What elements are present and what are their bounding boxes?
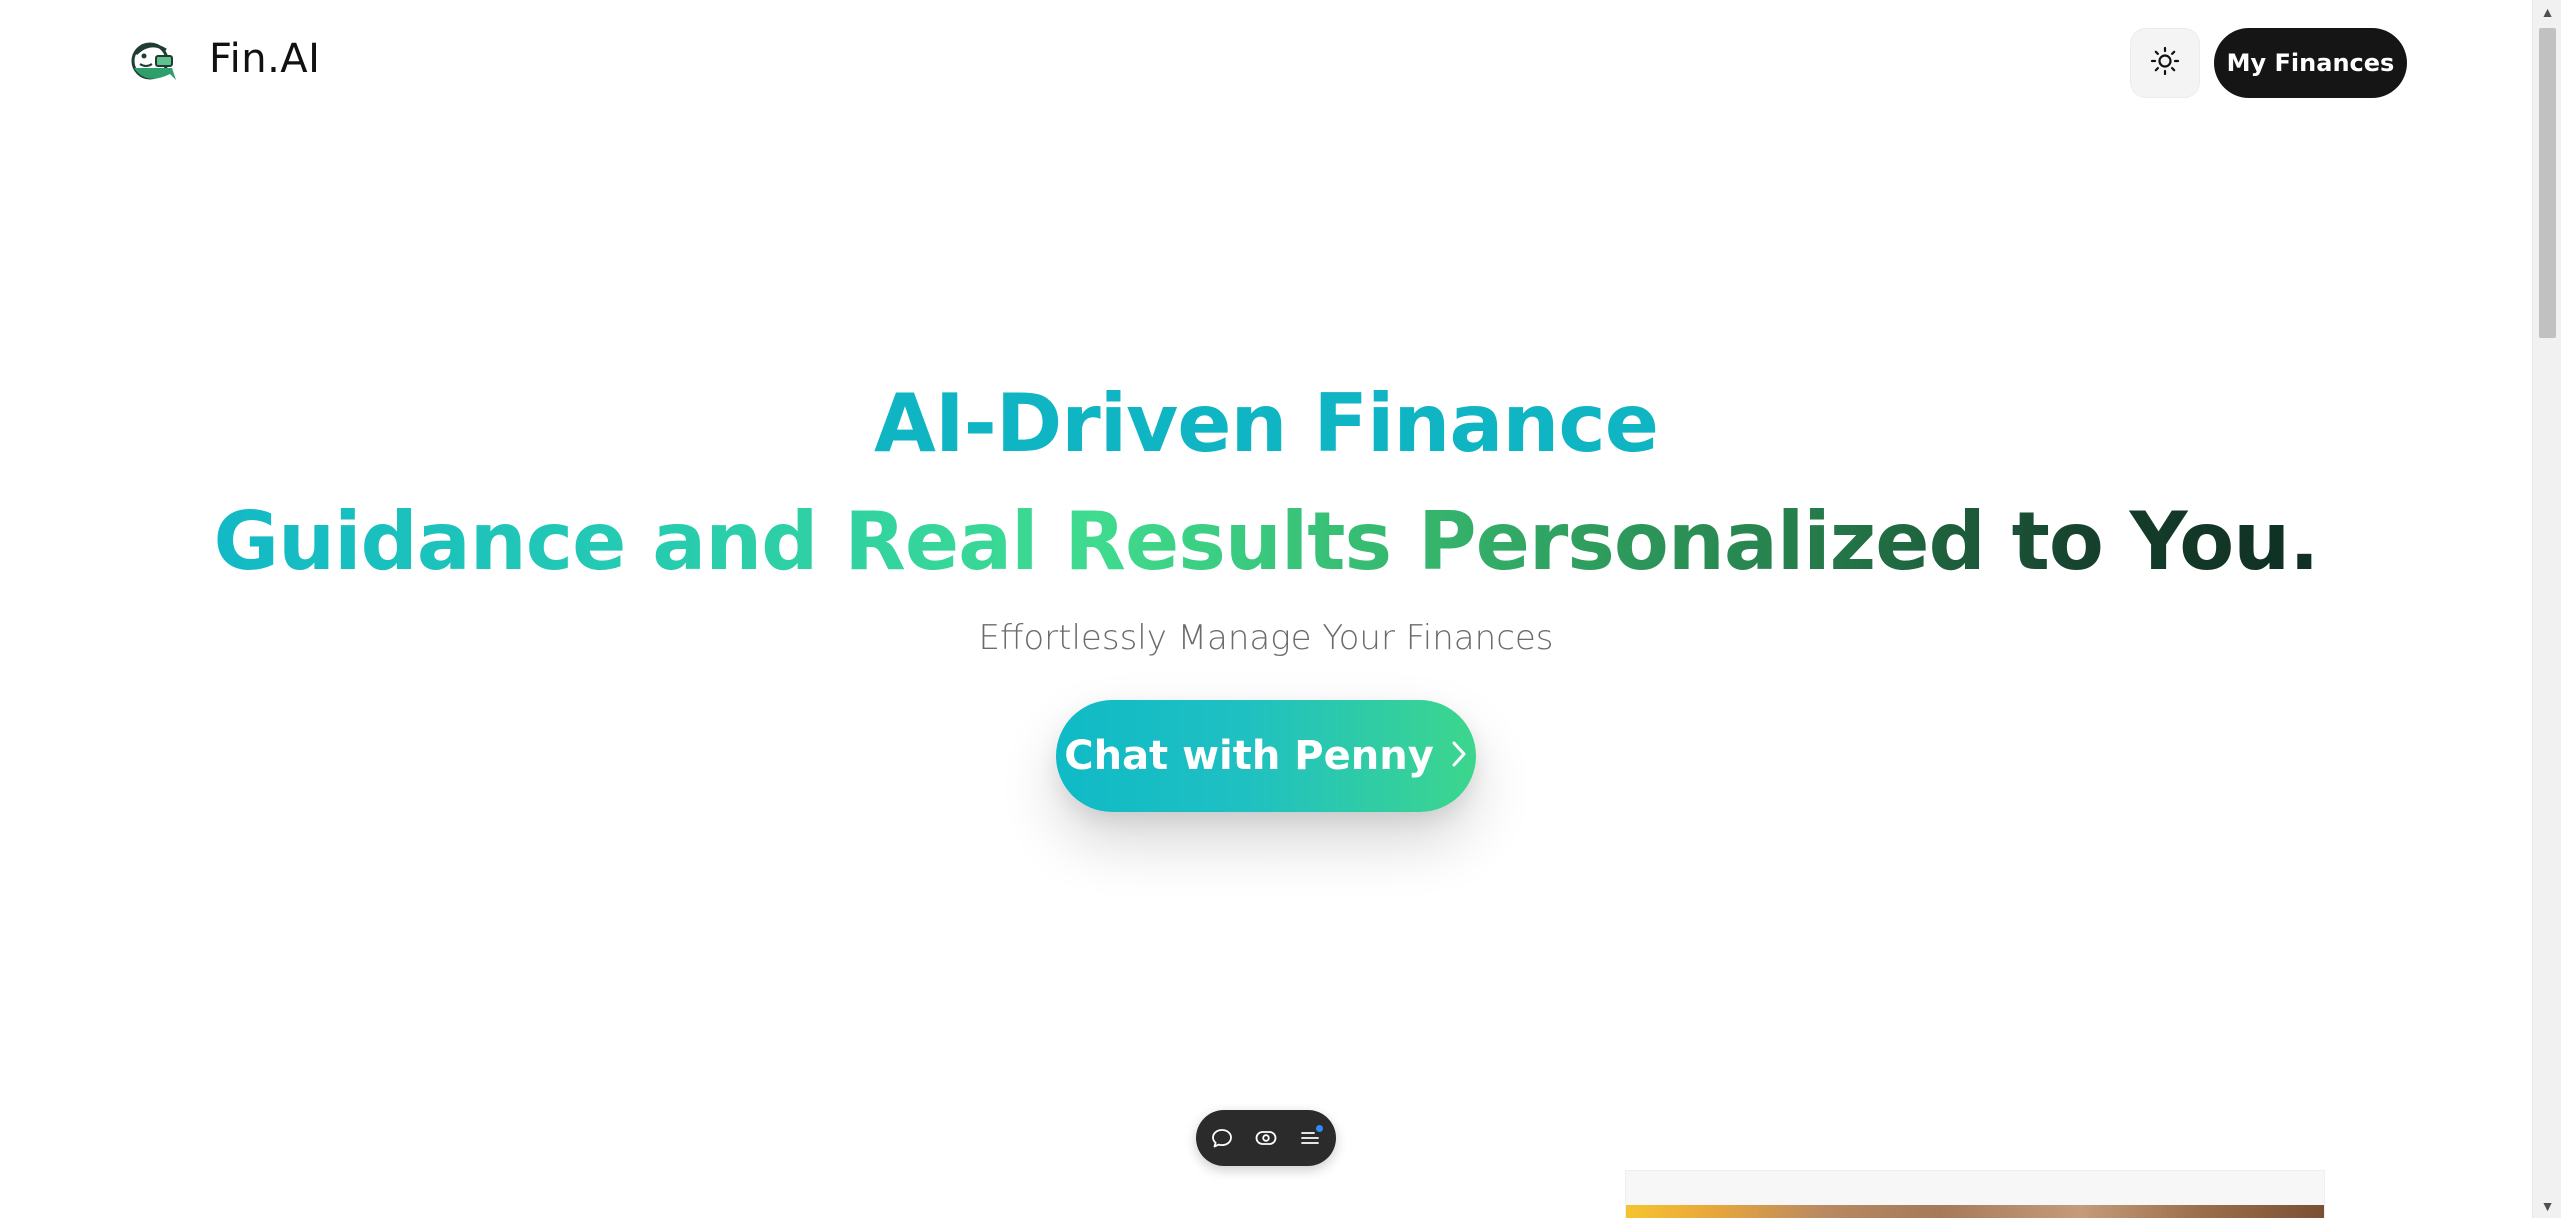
hero-title-line2: Guidance and Real Results Personalized t… xyxy=(0,490,2532,594)
sun-icon xyxy=(2150,46,2180,81)
chat-bubble-icon[interactable] xyxy=(1206,1122,1238,1154)
chat-with-penny-button[interactable]: Chat with Penny xyxy=(1056,700,1476,812)
theme-toggle-button[interactable] xyxy=(2130,28,2200,98)
eye-icon[interactable] xyxy=(1250,1122,1282,1154)
hero-title-line1: AI-Driven Finance xyxy=(873,377,1659,470)
hero-title-line2-text: Guidance and Real Results Personalized t… xyxy=(213,495,2319,588)
scroll-up-arrow-icon[interactable]: ▲ xyxy=(2533,0,2561,24)
floating-toolbar xyxy=(1196,1110,1336,1166)
vertical-scrollbar[interactable]: ▲ ▼ xyxy=(2532,0,2561,1218)
hero-image xyxy=(1625,1170,2325,1218)
fish-money-logo-icon[interactable] xyxy=(126,34,180,88)
scroll-down-arrow-icon[interactable]: ▼ xyxy=(2533,1194,2561,1218)
cta-label: Chat with Penny xyxy=(1064,733,1434,779)
hero-image-content xyxy=(1626,1205,2324,1218)
menu-icon[interactable] xyxy=(1294,1122,1326,1154)
brand-name[interactable]: Fin.AI xyxy=(209,36,320,82)
notification-dot xyxy=(1316,1125,1323,1132)
site-header: Fin.AI My Finances xyxy=(0,0,2532,126)
chevron-right-icon xyxy=(1450,739,1468,774)
hero-subtitle: Effortlessly Manage Your Finances xyxy=(978,618,1554,658)
my-finances-button[interactable]: My Finances xyxy=(2214,28,2407,98)
scrollbar-thumb[interactable] xyxy=(2539,28,2556,338)
